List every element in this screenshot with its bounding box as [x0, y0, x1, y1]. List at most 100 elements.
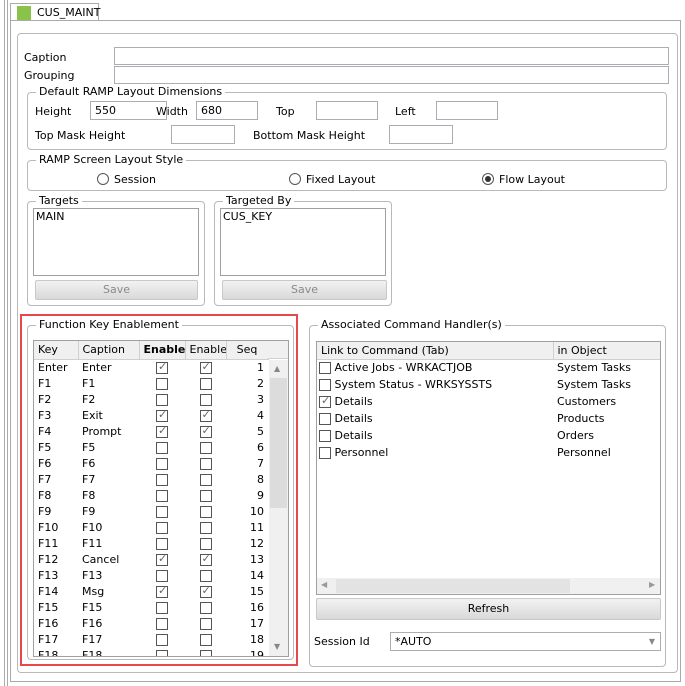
targeted-by-list[interactable]: CUS_KEY [220, 208, 386, 276]
bottom-mask-input[interactable] [389, 125, 453, 144]
scroll-right-icon[interactable]: ▶ [649, 580, 655, 589]
scroll-left-icon[interactable]: ◀ [321, 580, 327, 589]
handlers-horizontal-scrollbar[interactable]: ◀ ▶ [317, 578, 660, 594]
radio-fixed-layout[interactable] [289, 173, 301, 185]
targeted-by-save-button[interactable]: Save [222, 280, 387, 300]
enable-2-checkbox[interactable] [199, 649, 212, 656]
enable-1-checkbox[interactable] [156, 489, 168, 502]
enable-1-checkbox[interactable] [156, 649, 168, 656]
chevron-down-icon[interactable]: ▼ [649, 634, 655, 649]
tab-cus-maint[interactable]: CUS_MAINT [10, 3, 100, 21]
col-in-object[interactable]: in Object [553, 342, 660, 360]
table-row[interactable]: F1 F1 2 [34, 375, 268, 391]
enable-1-checkbox[interactable] [156, 569, 168, 582]
h-scroll-thumb[interactable] [336, 579, 570, 593]
top-mask-input[interactable] [171, 125, 235, 144]
col-link-to-command[interactable]: Link to Command (Tab) [317, 342, 554, 360]
enable-2-checkbox[interactable] [199, 552, 212, 566]
table-row[interactable]: Personnel Personnel [317, 444, 660, 461]
enable-1-checkbox[interactable] [156, 377, 168, 390]
enable-1-checkbox[interactable] [156, 552, 168, 566]
enable-1-checkbox[interactable] [156, 424, 168, 438]
enable-2-checkbox[interactable] [199, 473, 212, 486]
enable-2-checkbox[interactable] [199, 408, 212, 422]
enable-2-checkbox[interactable] [199, 601, 212, 614]
table-row[interactable]: Details Customers [317, 393, 660, 410]
enable-2-checkbox[interactable] [199, 617, 212, 630]
enable-1-checkbox[interactable] [156, 441, 168, 454]
col-key[interactable]: Key [34, 341, 79, 360]
enable-2-checkbox[interactable] [199, 521, 212, 534]
enable-2-checkbox[interactable] [199, 633, 212, 646]
enable-1-checkbox[interactable] [156, 537, 168, 550]
enable-2-checkbox[interactable] [199, 569, 212, 582]
enable-2-checkbox[interactable] [199, 489, 212, 502]
enable-2-checkbox[interactable] [199, 537, 212, 550]
list-item[interactable]: MAIN [36, 210, 196, 223]
enable-2-checkbox[interactable] [199, 584, 212, 598]
enable-2-checkbox[interactable] [199, 457, 212, 470]
enable-1-checkbox[interactable] [156, 505, 168, 518]
enable-2-checkbox[interactable] [199, 505, 212, 518]
session-id-select[interactable]: *AUTO ▼ [390, 632, 661, 651]
col-enable-1[interactable]: Enable I [139, 341, 186, 360]
enable-1-checkbox[interactable] [156, 521, 168, 534]
table-row[interactable]: F4 Prompt 5 [34, 423, 268, 439]
targets-list[interactable]: MAIN [33, 208, 199, 276]
enable-2-checkbox[interactable] [199, 393, 212, 406]
table-row[interactable]: F13 F13 14 [34, 567, 268, 583]
table-row[interactable]: Enter Enter 1 [34, 359, 268, 375]
grouping-input[interactable] [114, 66, 669, 84]
scroll-up-icon[interactable]: ▲ [274, 364, 280, 373]
enable-2-checkbox[interactable] [199, 424, 212, 438]
enable-1-checkbox[interactable] [156, 360, 168, 374]
command-checkbox[interactable] [319, 379, 331, 391]
table-row[interactable]: F5 F5 6 [34, 439, 268, 455]
table-row[interactable]: F12 Cancel 13 [34, 551, 268, 567]
table-row[interactable]: Active Jobs - WRKACTJOB System Tasks [317, 359, 660, 376]
targets-save-button[interactable]: Save [35, 280, 198, 300]
table-row[interactable]: F9 F9 10 [34, 503, 268, 519]
enable-1-checkbox[interactable] [156, 457, 168, 470]
col-seq[interactable]: Seq [226, 341, 269, 360]
col-enable-2[interactable]: Enable I [185, 341, 227, 360]
command-checkbox[interactable] [319, 413, 331, 425]
table-row[interactable]: F16 F16 17 [34, 615, 268, 631]
enable-1-checkbox[interactable] [156, 601, 168, 614]
enable-2-checkbox[interactable] [199, 377, 212, 390]
command-checkbox[interactable] [319, 430, 331, 442]
table-row[interactable]: F18 F18 19 [34, 647, 268, 656]
scroll-thumb[interactable] [270, 378, 287, 508]
enable-1-checkbox[interactable] [156, 473, 168, 486]
enable-2-checkbox[interactable] [199, 360, 212, 374]
refresh-button[interactable]: Refresh [316, 598, 661, 620]
command-checkbox[interactable] [319, 447, 331, 459]
table-row[interactable]: F14 Msg 15 [34, 583, 268, 599]
command-checkbox[interactable] [319, 362, 331, 375]
table-row[interactable]: System Status - WRKSYSSTS System Tasks [317, 376, 660, 393]
enable-2-checkbox[interactable] [199, 441, 212, 454]
table-row[interactable]: Details Products [317, 410, 660, 427]
enable-1-checkbox[interactable] [156, 584, 168, 598]
command-checkbox[interactable] [319, 394, 331, 408]
enable-1-checkbox[interactable] [156, 617, 168, 630]
table-row[interactable]: F6 F6 7 [34, 455, 268, 471]
enable-1-checkbox[interactable] [156, 393, 168, 406]
caption-input[interactable] [114, 47, 669, 65]
radio-flow-layout[interactable] [482, 173, 494, 185]
table-row[interactable]: F10 F10 11 [34, 519, 268, 535]
scroll-down-icon[interactable]: ▼ [274, 642, 280, 651]
col-caption[interactable]: Caption [78, 341, 140, 360]
table-row[interactable]: F17 F17 18 [34, 631, 268, 647]
table-row[interactable]: F8 F8 9 [34, 487, 268, 503]
table-row[interactable]: F2 F2 3 [34, 391, 268, 407]
table-row[interactable]: Details Orders [317, 427, 660, 444]
enable-1-checkbox[interactable] [156, 633, 168, 646]
width-input[interactable]: 680 [196, 101, 258, 120]
list-item[interactable]: CUS_KEY [223, 210, 383, 223]
enable-1-checkbox[interactable] [156, 408, 168, 422]
table-row[interactable]: F15 F15 16 [34, 599, 268, 615]
left-input[interactable] [436, 101, 498, 120]
table-row[interactable]: F11 F11 12 [34, 535, 268, 551]
radio-session[interactable] [97, 173, 109, 185]
